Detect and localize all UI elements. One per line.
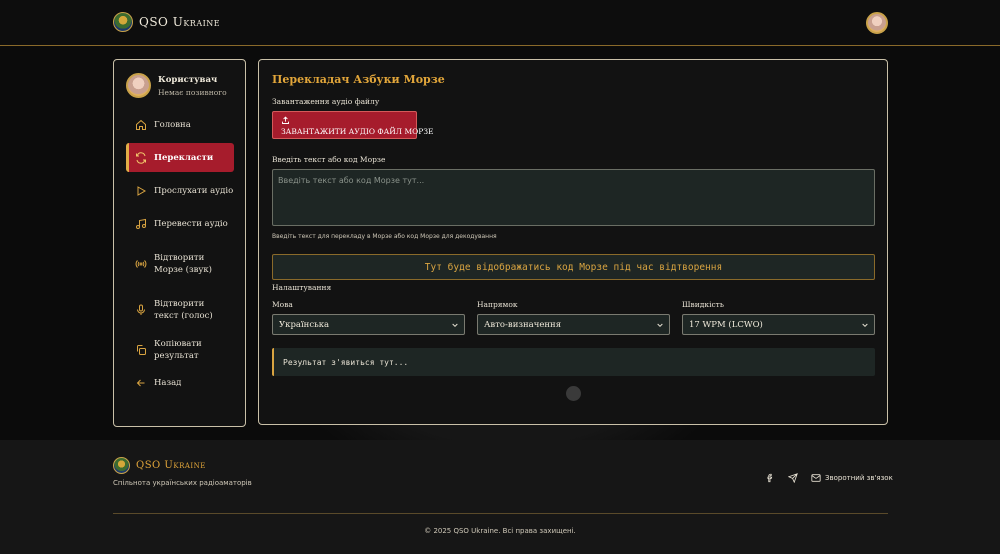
sidebar-item-play-morse[interactable]: Відтворити Морзе (звук) xyxy=(126,250,234,278)
input-hint: Введіть текст для перекладу в Морзе або … xyxy=(272,233,497,240)
telegram-icon[interactable] xyxy=(788,473,798,483)
input-label: Введіть текст або код Морзе xyxy=(272,155,386,164)
direction-label: Напрямок xyxy=(477,300,518,309)
sidebar-item-label: Відтворити Морзе (звук) xyxy=(154,253,212,275)
footer: QSO Ukraine Спільнота українських радіоа… xyxy=(0,440,1000,554)
arrow-left-icon xyxy=(135,377,147,389)
sidebar-item-label: Копіювати результат xyxy=(154,339,202,361)
sidebar-item-label: Прослухати аудіо xyxy=(154,186,234,196)
upload-label: Завантаження аудіо файлу xyxy=(272,97,380,106)
sidebar-item-play-text[interactable]: Відтворити текст (голос) xyxy=(126,296,234,324)
sidebar-item-listen-audio[interactable]: Прослухати аудіо xyxy=(126,182,234,200)
direction-value: Авто-визначення xyxy=(484,319,562,330)
music-note-icon xyxy=(135,218,147,230)
direction-select[interactable]: Авто-визначення xyxy=(477,314,670,335)
sidebar-item-home[interactable]: Головна xyxy=(126,116,234,134)
speed-label: Швидкість xyxy=(682,300,724,309)
user-name: Користувач xyxy=(158,74,218,85)
avatar xyxy=(126,73,151,98)
microphone-icon xyxy=(135,304,147,316)
emblem-icon xyxy=(113,457,130,474)
footer-divider xyxy=(113,513,888,514)
language-label: Мова xyxy=(272,300,293,309)
footer-brand: QSO Ukraine xyxy=(136,460,206,471)
sidebar-item-label: Головна xyxy=(154,120,191,130)
footer-links: Зворотний зв'язок xyxy=(765,473,893,483)
upload-audio-button[interactable]: ЗАВАНТАЖИТИ АУДІО ФАЙЛ МОРЗЕ xyxy=(272,111,433,139)
page-title: Перекладач Азбуки Морзе xyxy=(272,73,445,86)
home-icon xyxy=(135,119,147,131)
copyright: © 2025 QSO Ukraine. Всі права захищені. xyxy=(424,527,576,535)
play-icon xyxy=(135,185,147,197)
sidebar-item-convert-audio[interactable]: Перевести аудіо xyxy=(126,215,234,233)
header: QSO Ukraine xyxy=(0,0,1000,46)
user-callsign: Немає позивного xyxy=(158,87,227,97)
brand-logo[interactable]: QSO Ukraine xyxy=(113,12,220,32)
sidebar-item-translate[interactable]: Перекласти xyxy=(126,143,234,172)
sidebar-item-label: Перекласти xyxy=(154,152,214,163)
upload-icon xyxy=(281,116,290,125)
user-avatar[interactable] xyxy=(866,12,888,34)
chevron-down-icon xyxy=(451,321,459,329)
brand-name: QSO Ukraine xyxy=(139,15,221,29)
sidebar-item-label: Відтворити текст (голос) xyxy=(154,299,213,321)
footer-tagline: Спільнота українських радіоаматорів xyxy=(113,479,252,487)
contact-label: Зворотний зв'язок xyxy=(825,474,893,482)
user-profile: Користувач Немає позивного xyxy=(126,73,227,98)
sidebar-item-back[interactable]: Назад xyxy=(126,374,234,392)
footer-logo[interactable]: QSO Ukraine xyxy=(113,457,206,474)
chevron-down-icon xyxy=(861,321,869,329)
loading-spinner xyxy=(566,386,581,401)
speed-select[interactable]: 17 WPM (LCWO) xyxy=(682,314,875,335)
sidebar-item-copy-result[interactable]: Копіювати результат xyxy=(126,339,234,361)
translator-panel: Перекладач Азбуки Морзе Завантаження ауд… xyxy=(258,59,888,425)
language-value: Українська xyxy=(279,319,330,330)
refresh-icon xyxy=(135,151,147,164)
morse-text-input[interactable] xyxy=(272,169,875,226)
speed-value: 17 WPM (LCWO) xyxy=(689,319,763,330)
settings-label: Налаштування xyxy=(272,283,332,292)
morse-playback-display: Тут буде відображатись код Морзе під час… xyxy=(272,254,875,280)
result-output: Результат з'явиться тут... xyxy=(272,348,875,376)
sidebar-item-label: Назад xyxy=(154,378,182,388)
chevron-down-icon xyxy=(656,321,664,329)
contact-link[interactable]: Зворотний зв'язок xyxy=(811,473,893,483)
language-select[interactable]: Українська xyxy=(272,314,465,335)
sidebar: Користувач Немає позивного Головна Перек… xyxy=(113,59,246,427)
broadcast-icon xyxy=(135,258,147,270)
upload-button-label: ЗАВАНТАЖИТИ АУДІО ФАЙЛ МОРЗЕ xyxy=(281,127,434,136)
mail-icon xyxy=(811,473,821,483)
copy-icon xyxy=(135,344,147,356)
sidebar-item-label: Перевести аудіо xyxy=(154,219,228,229)
emblem-icon xyxy=(113,12,133,32)
facebook-icon[interactable] xyxy=(765,473,775,483)
